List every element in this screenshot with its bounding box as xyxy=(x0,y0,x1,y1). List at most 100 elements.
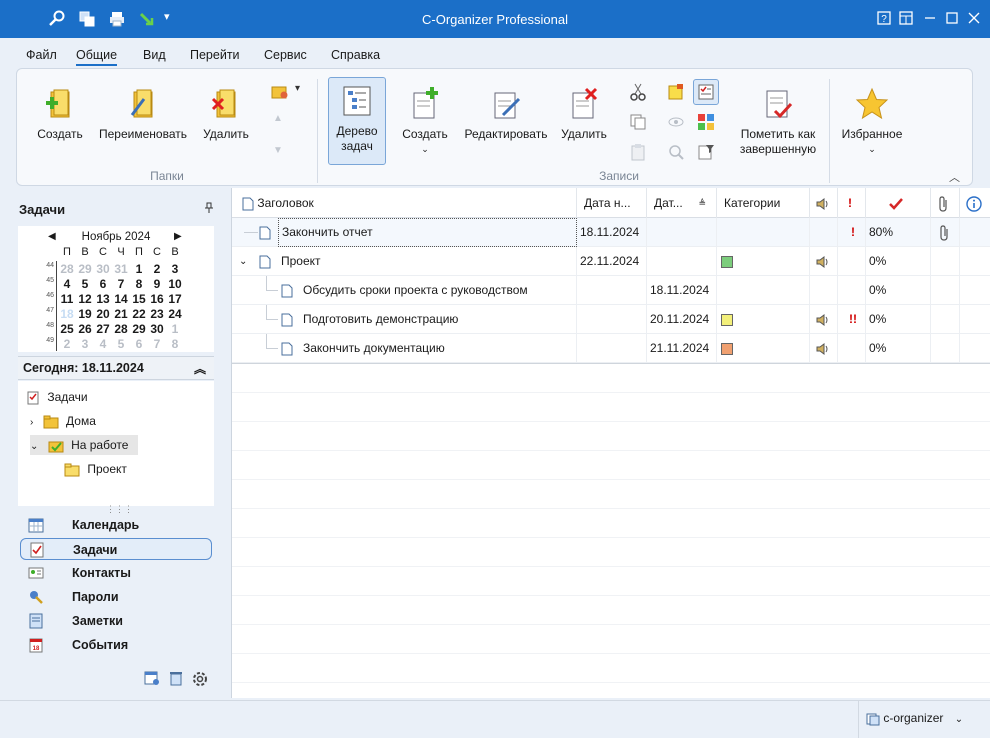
column-header-due-date[interactable]: Дат... ≜ xyxy=(647,188,717,218)
column-header-start-date[interactable]: Дата н... xyxy=(577,188,647,218)
menu-general[interactable]: Общие xyxy=(76,48,118,66)
calendar-day[interactable]: 2 xyxy=(58,337,76,351)
column-header-attachment[interactable] xyxy=(931,188,960,218)
calendar-day[interactable]: 28 xyxy=(58,262,76,276)
calendar-day[interactable]: 11 xyxy=(58,292,76,306)
folder-rename-button[interactable]: Переименовать xyxy=(95,87,191,142)
calendar-day[interactable]: 3 xyxy=(166,262,184,276)
tree-item-project[interactable]: Проект xyxy=(64,459,127,479)
record-edit-button[interactable]: Редактировать xyxy=(461,87,551,142)
task-tree-button[interactable]: Дерево задач xyxy=(328,77,386,165)
collapse-ribbon-icon[interactable]: ︿ xyxy=(949,169,967,187)
column-header-categories[interactable]: Категории xyxy=(717,188,810,218)
calendar-day[interactable]: 21 xyxy=(112,307,130,321)
layout-icon[interactable] xyxy=(898,11,914,27)
nav-tasks[interactable]: Задачи xyxy=(20,538,212,560)
calendar-day[interactable]: 29 xyxy=(76,262,94,276)
nav-passwords[interactable]: Пароли xyxy=(20,586,212,608)
column-header-title[interactable]: Заголовок xyxy=(232,188,577,218)
minimize-button[interactable] xyxy=(922,11,938,27)
menu-go[interactable]: Перейти xyxy=(190,48,240,62)
table-row[interactable]: Подготовить демонстрацию 20.11.2024 !! 0… xyxy=(232,305,990,334)
calendar-day[interactable]: 6 xyxy=(130,337,148,351)
calendar-day[interactable]: 23 xyxy=(148,307,166,321)
calendar-day[interactable]: 30 xyxy=(94,262,112,276)
attachment-icon[interactable] xyxy=(931,218,960,247)
maximize-button[interactable] xyxy=(944,11,960,27)
calendar-day[interactable]: 30 xyxy=(148,322,166,336)
table-row[interactable]: ⌄ Проект 22.11.2024 0% xyxy=(232,247,990,276)
table-row[interactable]: Закончить отчет 18.11.2024 ! 80% xyxy=(232,218,990,247)
close-button[interactable] xyxy=(966,11,982,27)
copy-icon[interactable] xyxy=(629,113,647,131)
collapse-icon[interactable]: ⌄ xyxy=(236,247,254,276)
calendar-day[interactable]: 7 xyxy=(112,277,130,291)
filter-icon[interactable] xyxy=(697,143,715,161)
folder-delete-button[interactable]: Удалить xyxy=(197,87,255,142)
pin-icon[interactable] xyxy=(204,202,214,217)
folder-settings-icon[interactable] xyxy=(271,83,289,101)
calendar-day[interactable]: 7 xyxy=(148,337,166,351)
note-icon[interactable] xyxy=(667,83,685,101)
calendar-day[interactable]: 26 xyxy=(76,322,94,336)
task-title[interactable]: Проект xyxy=(278,247,577,276)
table-row[interactable]: Закончить документацию 21.11.2024 0% xyxy=(232,334,990,363)
column-header-info[interactable] xyxy=(960,188,990,218)
recycle-bin-icon[interactable] xyxy=(168,670,184,689)
calendar-day[interactable]: 4 xyxy=(58,277,76,291)
table-row[interactable]: Обсудить сроки проекта с руководством 18… xyxy=(232,276,990,305)
menu-view[interactable]: Вид xyxy=(143,48,166,62)
calendar-day[interactable]: 15 xyxy=(130,292,148,306)
calendar-day[interactable]: 8 xyxy=(130,277,148,291)
calendar-day-today[interactable]: 18 xyxy=(58,307,76,321)
calendar-day[interactable]: 5 xyxy=(76,277,94,291)
task-title[interactable]: Обсудить сроки проекта с руководством xyxy=(300,276,577,305)
record-delete-button[interactable]: Удалить xyxy=(557,87,611,142)
calendar-day[interactable]: 28 xyxy=(112,322,130,336)
calendar-day[interactable]: 2 xyxy=(148,262,166,276)
calendar-day[interactable]: 1 xyxy=(166,322,184,336)
column-header-priority[interactable]: ! xyxy=(838,188,866,218)
calendar-day[interactable]: 27 xyxy=(94,322,112,336)
task-title[interactable]: Закончить отчет xyxy=(278,218,577,247)
calendar-day[interactable]: 20 xyxy=(94,307,112,321)
calendar-day[interactable]: 8 xyxy=(166,337,184,351)
task-title[interactable]: Подготовить демонстрацию xyxy=(300,305,577,334)
categories-icon[interactable] xyxy=(697,113,715,131)
folder-settings-chevron-icon[interactable]: ▾ xyxy=(295,83,313,101)
calendar-day[interactable]: 1 xyxy=(130,262,148,276)
calendar-day[interactable]: 14 xyxy=(112,292,130,306)
calendar-day[interactable]: 17 xyxy=(166,292,184,306)
menu-help[interactable]: Справка xyxy=(331,48,380,62)
mark-complete-button[interactable]: Пометить как завершенную xyxy=(733,87,823,157)
calendar-day[interactable]: 9 xyxy=(148,277,166,291)
nav-notes[interactable]: Заметки xyxy=(20,610,212,632)
collapse-icon[interactable]: ⌄ xyxy=(30,441,38,452)
collapse-calendar-icon[interactable]: ︽ xyxy=(194,360,206,377)
today-bar[interactable]: Сегодня: 18.11.2024 ︽ xyxy=(18,356,214,380)
calendar-day[interactable]: 16 xyxy=(148,292,166,306)
column-header-sound[interactable] xyxy=(810,188,838,218)
tree-item-tasks[interactable]: Задачи xyxy=(26,387,88,407)
checklist-toggle-icon[interactable] xyxy=(693,79,719,105)
menu-file[interactable]: Файл xyxy=(26,48,57,62)
expand-icon[interactable]: › xyxy=(30,417,33,428)
favorites-button[interactable]: Избранное ⌄ xyxy=(835,87,909,157)
profile-selector[interactable]: c-organizer ⌄ xyxy=(866,711,963,726)
calendar-day[interactable]: 24 xyxy=(166,307,184,321)
nav-contacts[interactable]: Контакты xyxy=(20,562,212,584)
record-create-button[interactable]: Создать ⌄ xyxy=(397,87,453,157)
calendar-day[interactable]: 25 xyxy=(58,322,76,336)
calendar-day[interactable]: 22 xyxy=(130,307,148,321)
next-month-icon[interactable]: ▶ xyxy=(174,231,182,242)
calendar-day[interactable]: 19 xyxy=(76,307,94,321)
calendar-day[interactable]: 4 xyxy=(94,337,112,351)
calendar-day[interactable]: 6 xyxy=(94,277,112,291)
calendar-day[interactable]: 3 xyxy=(76,337,94,351)
folder-create-button[interactable]: Создать xyxy=(31,87,89,142)
tree-item-work[interactable]: ⌄ На работе xyxy=(30,435,138,455)
calendar-settings-icon[interactable] xyxy=(144,670,160,689)
calendar-day[interactable]: 31 xyxy=(112,262,130,276)
task-title[interactable]: Закончить документацию xyxy=(300,334,577,363)
calendar-day[interactable]: 5 xyxy=(112,337,130,351)
